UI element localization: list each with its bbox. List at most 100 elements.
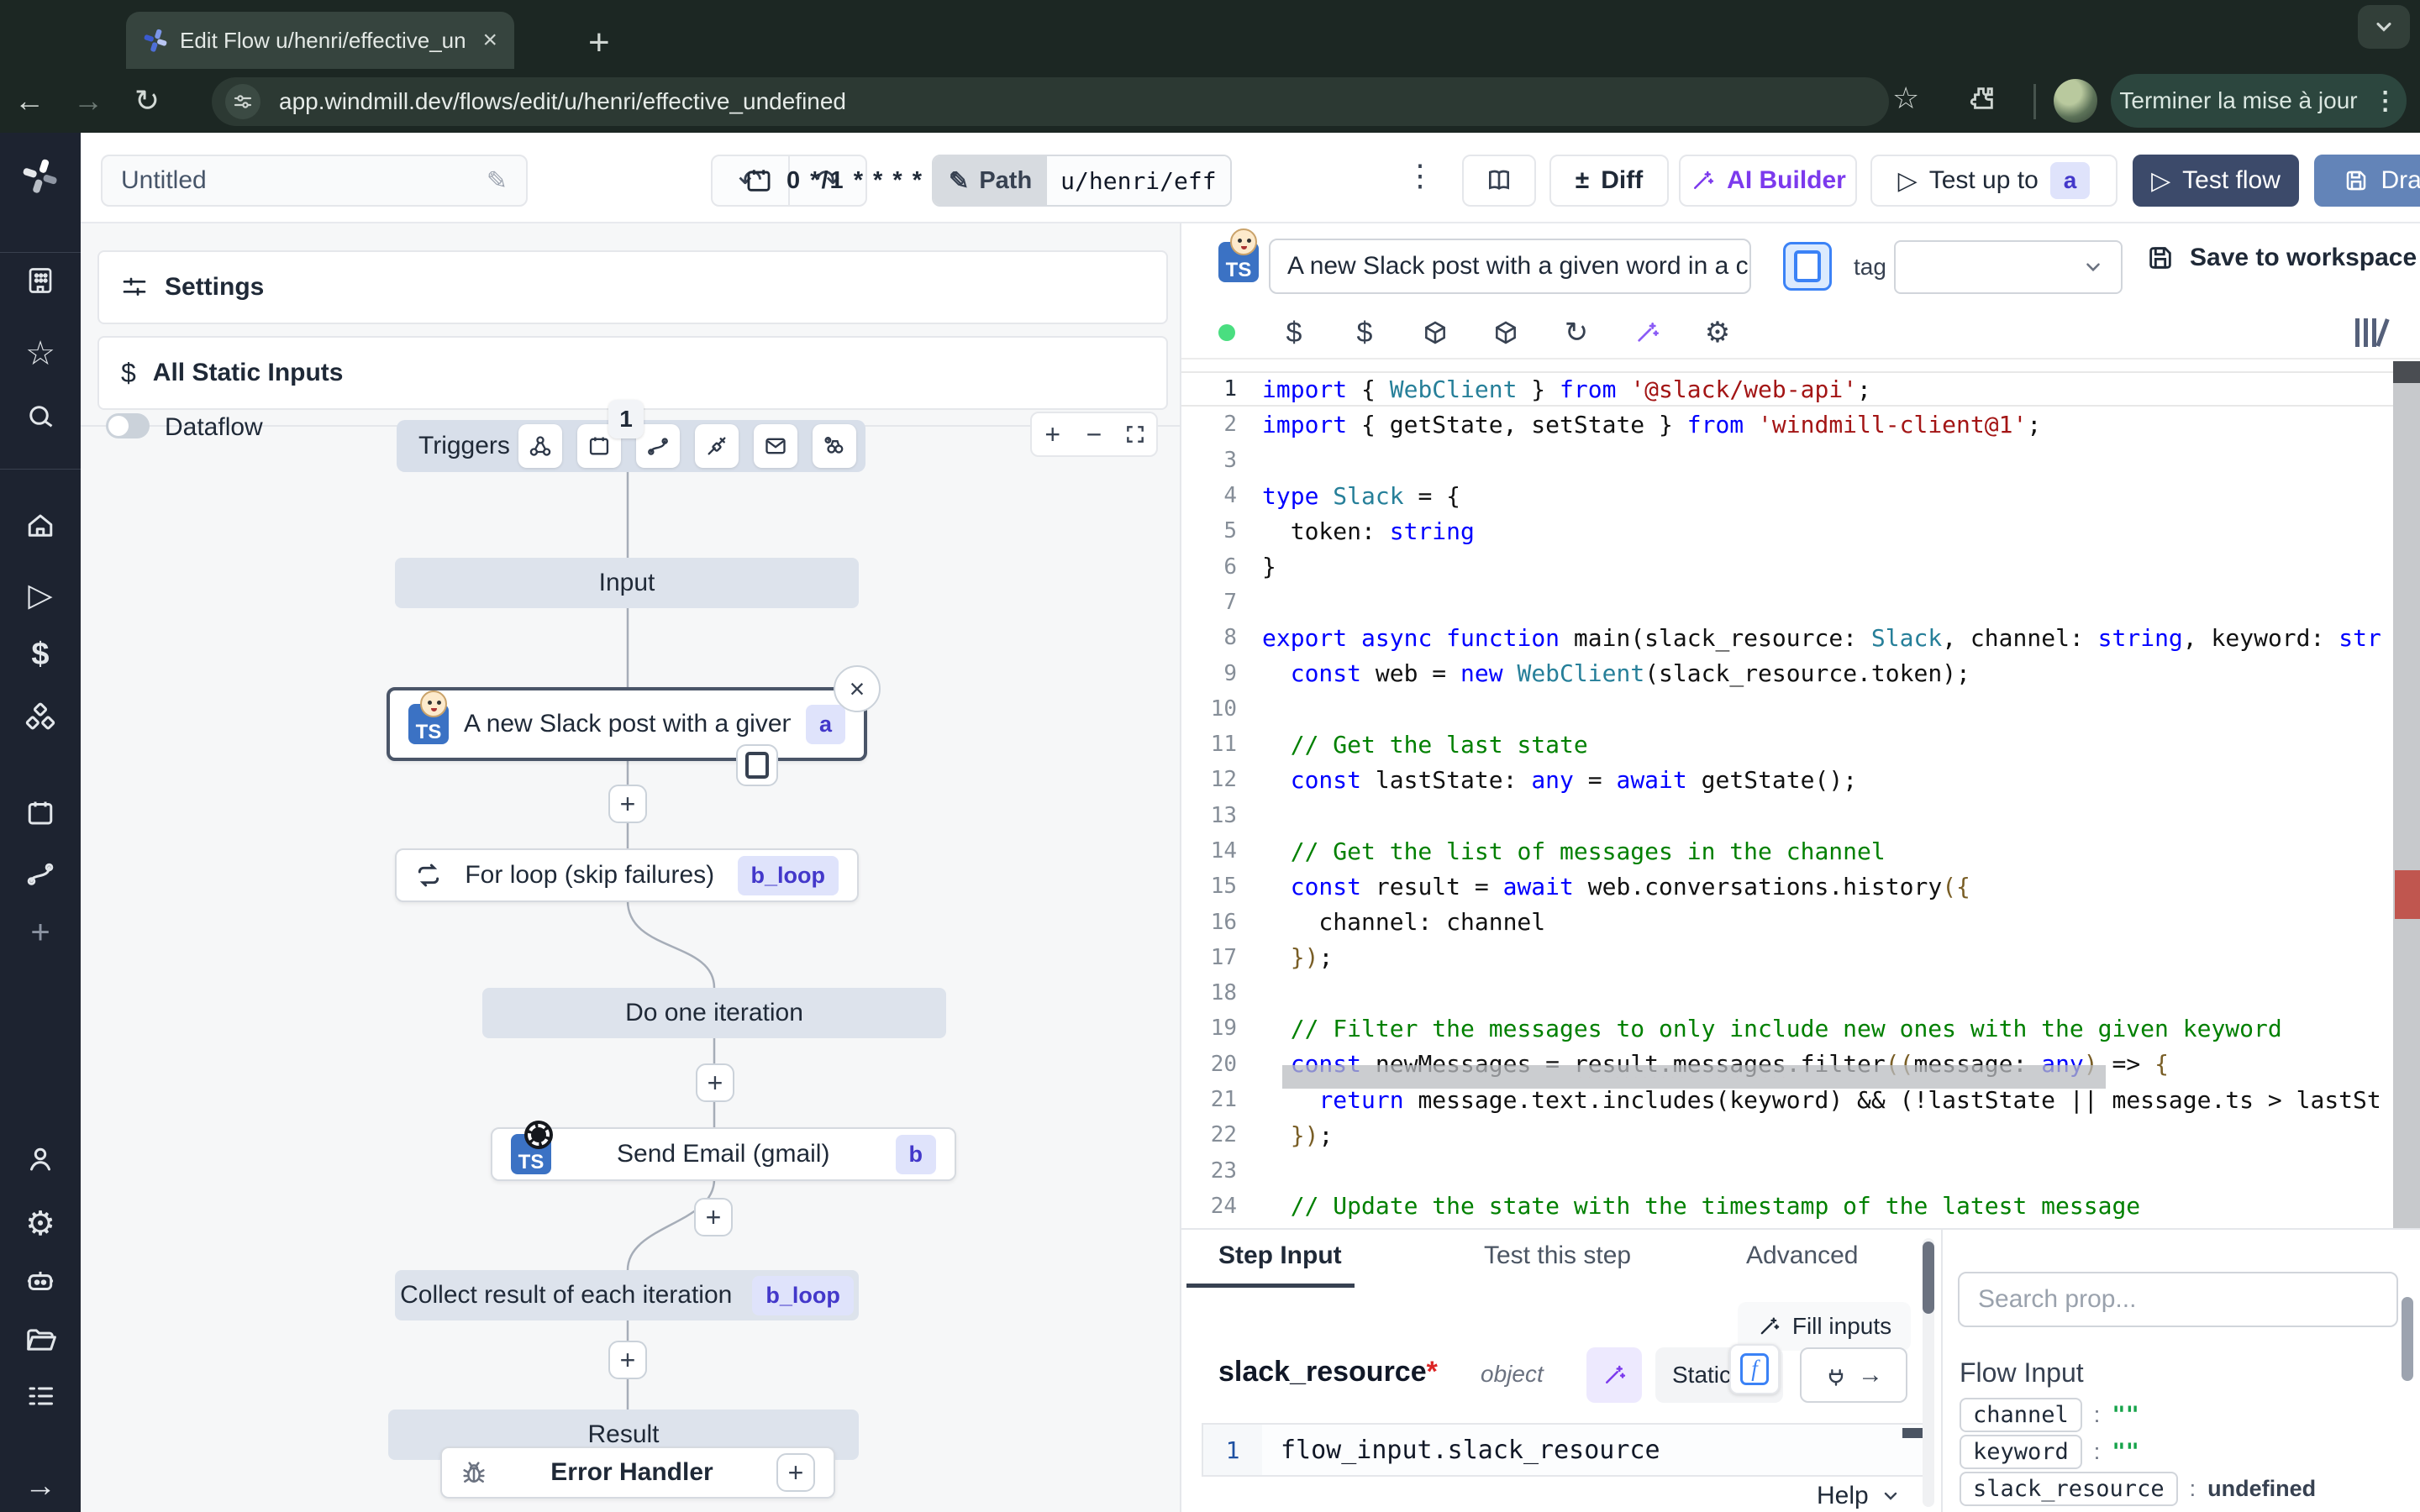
panel-scrollbar[interactable]: [1923, 1238, 1934, 1507]
insert-step-button[interactable]: +: [608, 1341, 647, 1379]
test-up-to-button[interactable]: ▷ Test up to a: [1870, 155, 2118, 207]
code-editor[interactable]: 1import { WebClient } from '@slack/web-a…: [1181, 361, 2420, 1228]
more-menu-icon[interactable]: ⋮: [1405, 158, 1435, 193]
early-stop-button[interactable]: [736, 744, 778, 786]
script-summary-input[interactable]: A new Slack post with a given word in a …: [1269, 239, 1751, 294]
code-line[interactable]: 4type Slack = {: [1181, 478, 2420, 513]
code-line[interactable]: 3: [1181, 443, 2420, 478]
insert-step-button[interactable]: +: [694, 1198, 733, 1236]
profile-avatar[interactable]: [2054, 79, 2097, 123]
prop-name-chip[interactable]: keyword: [1960, 1435, 2082, 1469]
code-line[interactable]: 17 });: [1181, 940, 2420, 975]
tag-select[interactable]: [1894, 240, 2123, 294]
site-settings-icon[interactable]: [225, 84, 260, 119]
collect-result-node[interactable]: Collect result of each iteration b_loop: [395, 1270, 859, 1320]
code-line[interactable]: 9 const web = new WebClient(slack_resour…: [1181, 655, 2420, 690]
sidebar-item-settings[interactable]: ⚙: [0, 1205, 81, 1243]
forward-icon[interactable]: →: [59, 83, 118, 118]
save-to-workspace-button[interactable]: Save to workspace: [2146, 244, 2417, 272]
code-line[interactable]: 18: [1181, 975, 2420, 1011]
reload-icon[interactable]: ↻: [118, 83, 176, 118]
reload-icon[interactable]: ↻: [1541, 316, 1612, 349]
props-scrollbar-thumb[interactable]: [2402, 1297, 2413, 1381]
sidebar-item-add[interactable]: +: [0, 914, 81, 952]
error-handler-node[interactable]: Error Handler +: [440, 1446, 835, 1499]
prop-row[interactable]: keyword:"": [1960, 1435, 2139, 1469]
bookmark-star-icon[interactable]: ☆: [1892, 81, 1919, 116]
code-line[interactable]: 16 channel: channel: [1181, 904, 2420, 939]
code-line[interactable]: 11 // Get the last state: [1181, 727, 2420, 762]
new-tab-button[interactable]: +: [588, 22, 610, 64]
browser-tab[interactable]: Edit Flow u/henri/effective_un ×: [126, 12, 514, 69]
library-icon[interactable]: [2355, 318, 2385, 347]
prop-row[interactable]: slack_resource:undefined: [1960, 1472, 2316, 1506]
help-button[interactable]: Help: [1817, 1482, 1901, 1510]
expr-mode-button[interactable]: f: [1729, 1344, 1780, 1394]
code-line[interactable]: 10: [1181, 691, 2420, 727]
extensions-icon[interactable]: [1968, 84, 1996, 113]
code-line[interactable]: 12 const lastState: any = await getState…: [1181, 762, 2420, 797]
assets-icon[interactable]: $: [1259, 317, 1329, 349]
sidebar-item-account[interactable]: [0, 1144, 81, 1174]
address-bar[interactable]: app.windmill.dev/flows/edit/u/henri/effe…: [212, 77, 1889, 126]
windmill-logo-icon[interactable]: [0, 158, 81, 195]
sidebar-item-schedules[interactable]: [0, 798, 81, 828]
code-line[interactable]: 24 // Update the state with the timestam…: [1181, 1189, 2420, 1224]
back-icon[interactable]: ←: [0, 83, 59, 118]
prop-name-chip[interactable]: slack_resource: [1960, 1472, 2178, 1506]
sidebar-item-routes[interactable]: [0, 858, 81, 889]
websocket-trigger-button[interactable]: [695, 424, 739, 468]
code-line[interactable]: 15 const result = await web.conversation…: [1181, 869, 2420, 904]
ai-suggest-button[interactable]: [1586, 1347, 1642, 1403]
editor-horizontal-scrollbar[interactable]: [1282, 1065, 2106, 1089]
sidebar-item-ai-assistant[interactable]: [0, 1265, 81, 1297]
code-line[interactable]: 2import { getState, setState } from 'win…: [1181, 407, 2420, 442]
chrome-menu-icon[interactable]: ⋮: [2373, 87, 2398, 116]
expr-editor[interactable]: 1 flow_input.slack_resource: [1202, 1423, 1928, 1477]
path-chip[interactable]: ✎Path u/henri/eff: [932, 155, 1232, 207]
delete-step-button[interactable]: ×: [834, 665, 881, 712]
prop-name-chip[interactable]: channel: [1960, 1398, 2082, 1432]
editor-scrollbar-thumb[interactable]: [2393, 361, 2420, 383]
editor-settings-gear-icon[interactable]: ⚙: [1682, 316, 1753, 349]
code-line[interactable]: 13: [1181, 798, 2420, 833]
sidebar-item-variables[interactable]: $: [0, 637, 81, 673]
package-icon[interactable]: [1400, 319, 1470, 346]
step-a-node[interactable]: TS A new Slack post with a given wor... …: [387, 687, 867, 761]
insert-step-button[interactable]: +: [608, 785, 647, 823]
tab-step-input[interactable]: Step Input: [1218, 1242, 1342, 1270]
code-line[interactable]: 14 // Get the list of messages in the ch…: [1181, 833, 2420, 869]
ai-builder-button[interactable]: AI Builder: [1679, 155, 1857, 207]
tab-close-icon[interactable]: ×: [482, 26, 497, 55]
editor-scrollbar[interactable]: [2393, 361, 2420, 1228]
code-line[interactable]: 7: [1181, 585, 2420, 620]
test-flow-button[interactable]: ▷ Test flow: [2133, 155, 2299, 207]
sidebar-item-folders[interactable]: [0, 1324, 81, 1356]
webhook-trigger-button[interactable]: [518, 424, 562, 468]
sidebar-item-resources[interactable]: [0, 701, 81, 732]
schedule-summary[interactable]: 0 */1 * * * *: [744, 155, 923, 207]
code-line[interactable]: 23: [1181, 1153, 2420, 1189]
sidebar-item-runs[interactable]: ▷: [0, 576, 81, 614]
sidebar-item-home[interactable]: [0, 511, 81, 541]
code-line[interactable]: 22 });: [1181, 1117, 2420, 1152]
variables-icon[interactable]: $: [1329, 317, 1400, 349]
package-icon[interactable]: [1470, 319, 1541, 346]
email-trigger-button[interactable]: [754, 424, 797, 468]
suspend-toggle-button[interactable]: [1783, 242, 1832, 291]
panel-scrollbar-thumb[interactable]: [1923, 1242, 1934, 1314]
sidebar-item-favorites[interactable]: ☆: [0, 334, 81, 373]
code-line[interactable]: 19 // Filter the messages to only includ…: [1181, 1011, 2420, 1046]
sidebar-item-worker-groups[interactable]: [0, 1381, 81, 1411]
connect-input-button[interactable]: →: [1800, 1347, 1907, 1403]
code-line[interactable]: 6}: [1181, 549, 2420, 584]
code-line[interactable]: 5 token: string: [1181, 513, 2420, 549]
docs-button[interactable]: [1462, 155, 1536, 207]
sidebar-item-search[interactable]: [0, 402, 81, 432]
poll-trigger-button[interactable]: [813, 424, 856, 468]
code-line[interactable]: 8export async function main(slack_resour…: [1181, 620, 2420, 655]
add-error-handler-button[interactable]: +: [776, 1453, 815, 1492]
do-one-iteration-node[interactable]: Do one iteration: [482, 988, 946, 1038]
diff-button[interactable]: ± Diff: [1549, 155, 1669, 207]
forloop-node[interactable]: For loop (skip failures) b_loop: [395, 848, 859, 902]
